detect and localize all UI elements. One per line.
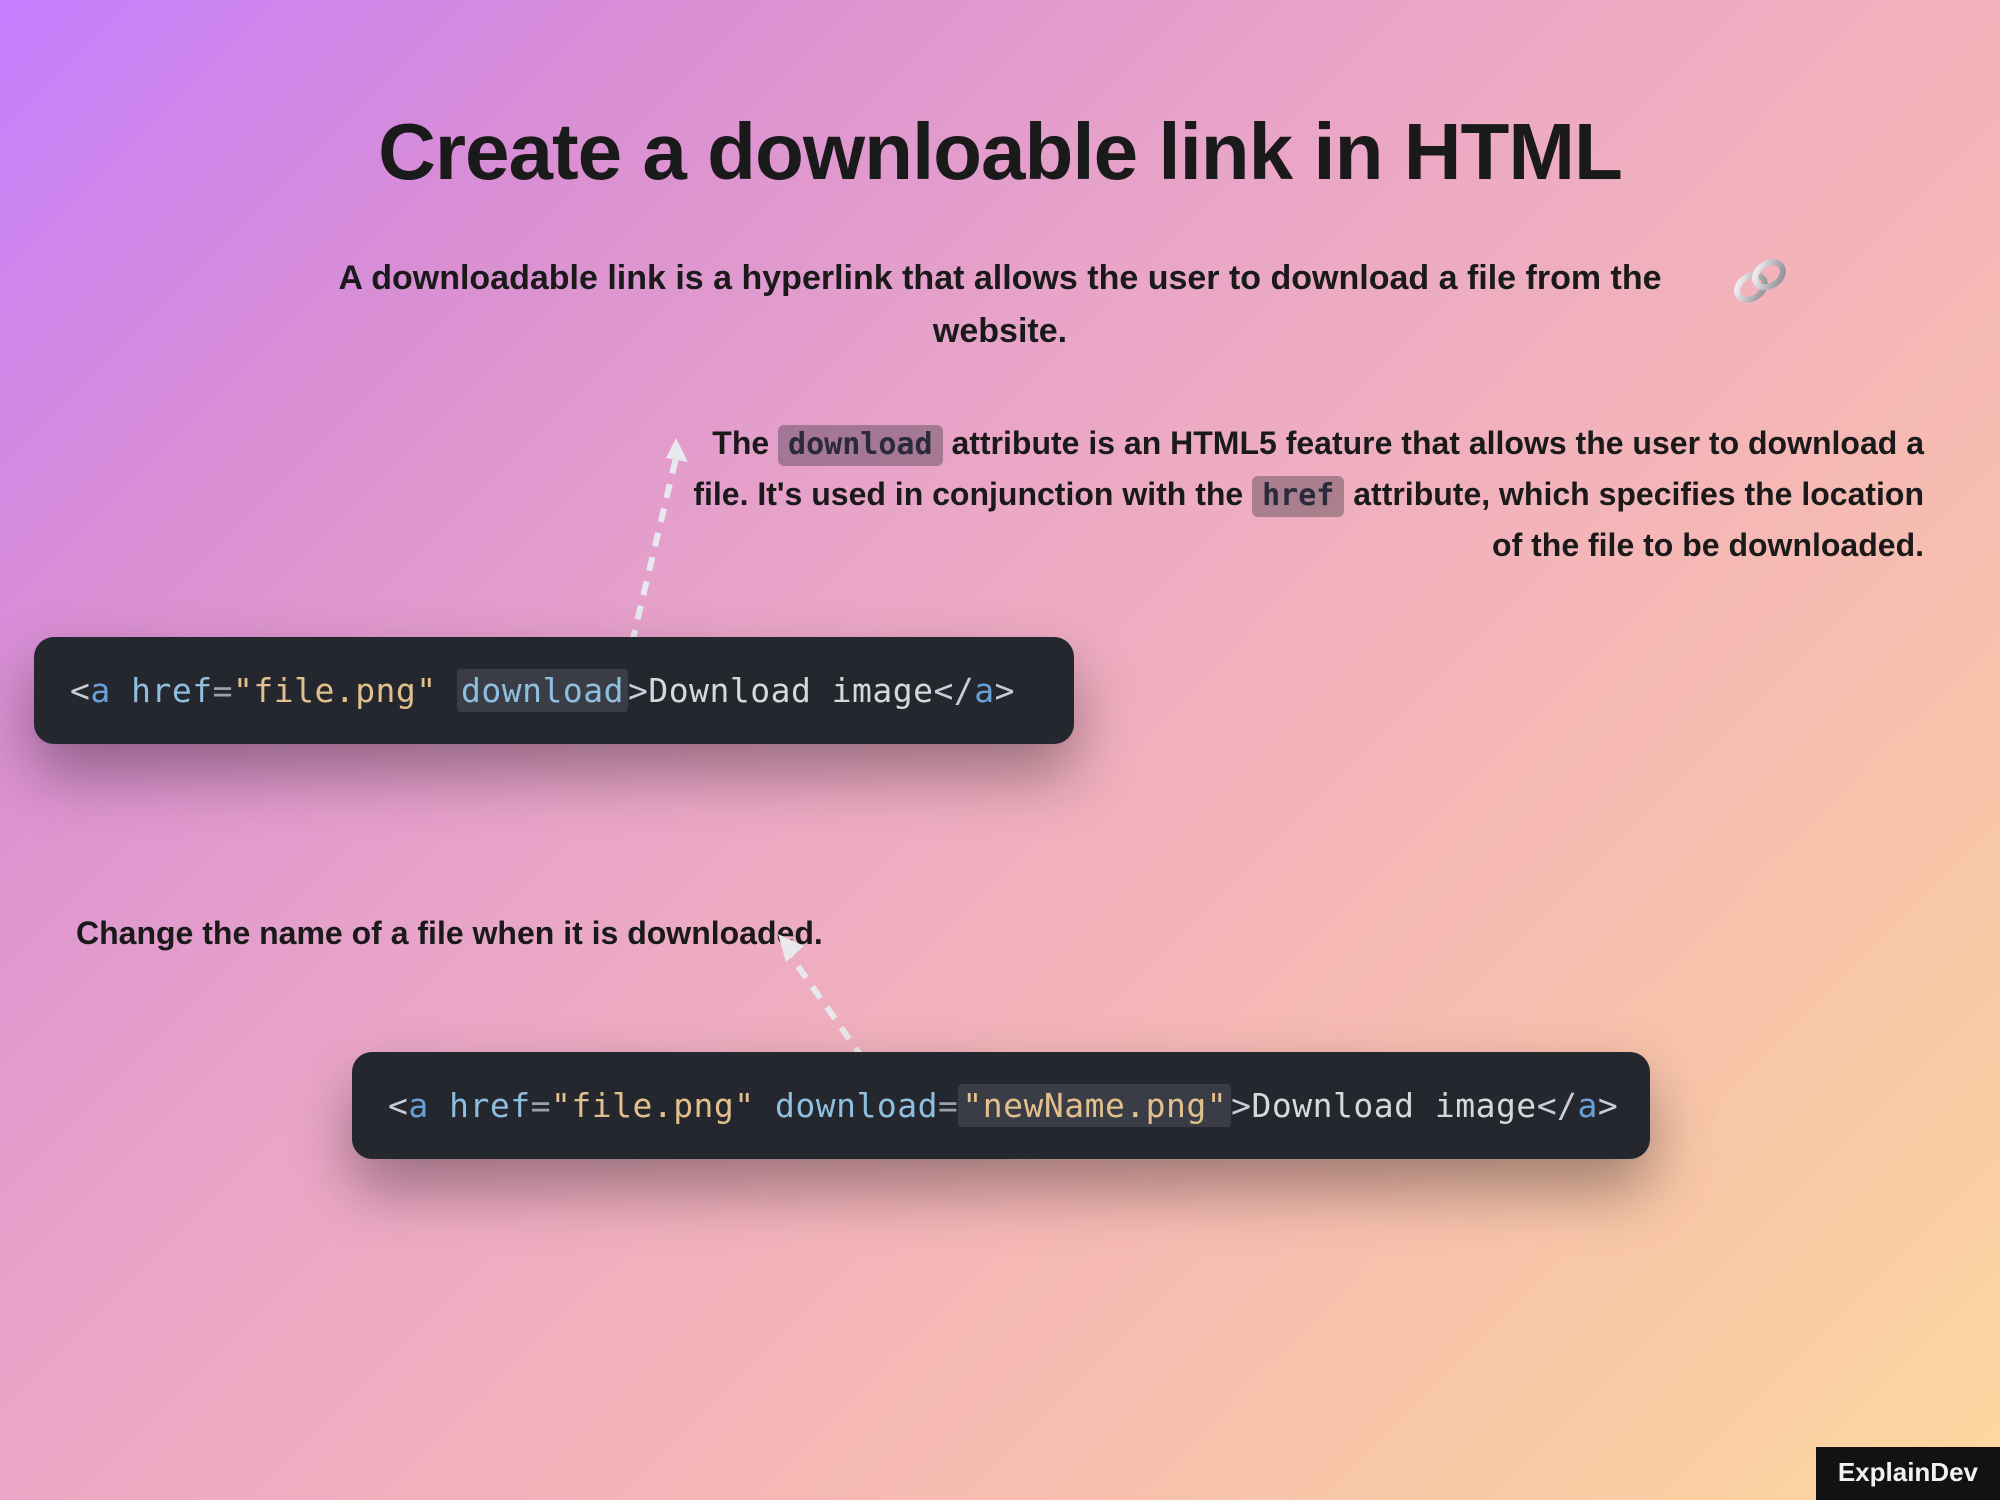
desc-part: attribute, which specifies the location … [1344, 476, 1924, 563]
code-token: "file.png" [233, 671, 437, 710]
code-token: "file.png" [551, 1086, 755, 1125]
code-token: a [1577, 1086, 1597, 1125]
code-token: </ [1537, 1086, 1578, 1125]
code-token [429, 1086, 449, 1125]
code-token: </ [934, 671, 975, 710]
code-token [755, 1086, 775, 1125]
brand-badge: ExplainDev [1816, 1447, 2000, 1500]
inline-code-href: href [1252, 476, 1344, 517]
code-token: > [1598, 1086, 1618, 1125]
code-token-highlighted: download [457, 669, 628, 712]
code-token: href [131, 671, 212, 710]
code-token: < [388, 1086, 408, 1125]
arrow-icon [456, 438, 706, 668]
code-example-2: <a href="file.png" download="newName.png… [352, 1052, 1650, 1159]
code-token [437, 671, 457, 710]
desc-part: The [712, 425, 778, 461]
caption-rename: Change the name of a file when it is dow… [76, 915, 823, 952]
code-token: = [531, 1086, 551, 1125]
code-token: href [449, 1086, 530, 1125]
link-icon [1724, 245, 1796, 322]
description-text: The download attribute is an HTML5 featu… [690, 418, 1924, 572]
code-token: a [408, 1086, 428, 1125]
code-token: > [995, 671, 1015, 710]
code-token: a [90, 671, 110, 710]
subtitle: A downloadable link is a hyperlink that … [0, 252, 2000, 357]
code-token: < [70, 671, 90, 710]
inline-code-download: download [778, 425, 943, 466]
code-token: > [628, 671, 648, 710]
page-title: Create a downloable link in HTML [0, 106, 2000, 198]
code-token: Download image [648, 671, 933, 710]
code-token-highlighted: "newName.png" [958, 1084, 1231, 1127]
code-token: > [1231, 1086, 1251, 1125]
code-token: download [775, 1086, 938, 1125]
code-token [111, 671, 131, 710]
code-token: = [938, 1086, 958, 1125]
code-example-1: <a href="file.png" download>Download ima… [34, 637, 1074, 744]
code-token: = [213, 671, 233, 710]
code-token: Download image [1252, 1086, 1537, 1125]
code-token: a [974, 671, 994, 710]
